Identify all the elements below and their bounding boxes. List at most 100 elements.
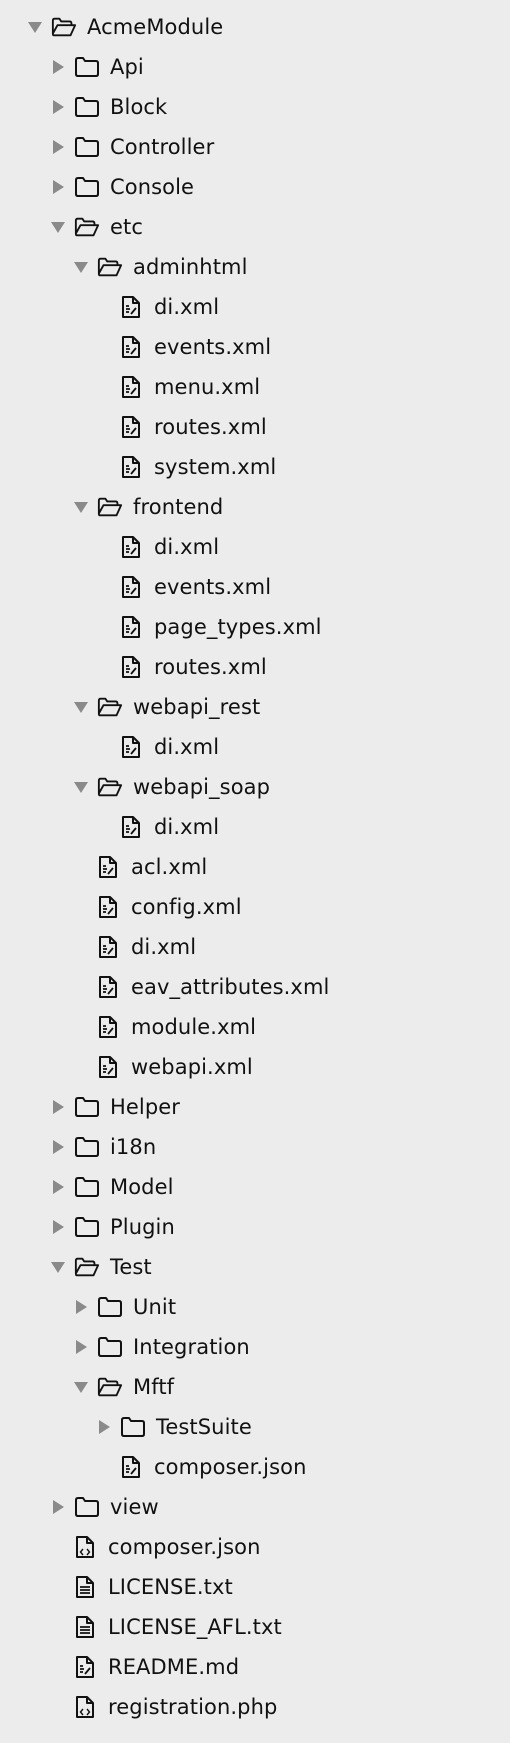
folder-label: TestSuite xyxy=(156,1415,252,1439)
file-row-events-xml[interactable]: events.xml xyxy=(0,327,510,367)
folder-icon xyxy=(74,55,100,79)
file-label: di.xml xyxy=(154,815,220,839)
folder-row-acmemodule[interactable]: AcmeModule xyxy=(0,7,510,47)
file-row-webapi-xml[interactable]: webapi.xml xyxy=(0,1047,510,1087)
file-row-routes-xml[interactable]: routes.xml xyxy=(0,407,510,447)
disclosure-collapsed-icon[interactable] xyxy=(50,1219,66,1235)
folder-row-mftf[interactable]: Mftf xyxy=(0,1367,510,1407)
folder-icon xyxy=(74,1175,100,1199)
file-row-menu-xml[interactable]: menu.xml xyxy=(0,367,510,407)
folder-icon xyxy=(97,1295,123,1319)
text-file-icon xyxy=(120,1455,142,1479)
file-label: README.md xyxy=(108,1655,240,1679)
disclosure-collapsed-icon[interactable] xyxy=(50,1499,66,1515)
folder-row-i18n[interactable]: i18n xyxy=(0,1127,510,1167)
folder-icon xyxy=(74,1095,100,1119)
disclosure-collapsed-icon[interactable] xyxy=(50,1099,66,1115)
folder-row-integration[interactable]: Integration xyxy=(0,1327,510,1367)
folder-row-adminhtml[interactable]: adminhtml xyxy=(0,247,510,287)
text-file-icon xyxy=(120,815,142,839)
file-label: registration.php xyxy=(108,1695,278,1719)
folder-open-icon xyxy=(97,695,123,719)
disclosure-expanded-icon[interactable] xyxy=(27,19,43,35)
text-file-icon xyxy=(120,535,142,559)
folder-row-etc[interactable]: etc xyxy=(0,207,510,247)
folder-row-model[interactable]: Model xyxy=(0,1167,510,1207)
file-row-eav-attributes-xml[interactable]: eav_attributes.xml xyxy=(0,967,510,1007)
disclosure-expanded-icon[interactable] xyxy=(73,499,89,515)
disclosure-collapsed-icon[interactable] xyxy=(50,1179,66,1195)
folder-row-test[interactable]: Test xyxy=(0,1247,510,1287)
file-row-config-xml[interactable]: config.xml xyxy=(0,887,510,927)
folder-row-webapi-rest[interactable]: webapi_rest xyxy=(0,687,510,727)
disclosure-collapsed-icon[interactable] xyxy=(73,1339,89,1355)
disclosure-expanded-icon[interactable] xyxy=(73,779,89,795)
file-row-registration-php[interactable]: registration.php xyxy=(0,1687,510,1727)
text-file-icon xyxy=(97,1055,119,1079)
arrow-spacer xyxy=(96,459,112,475)
disclosure-expanded-icon[interactable] xyxy=(73,699,89,715)
disclosure-expanded-icon[interactable] xyxy=(50,1259,66,1275)
text-file-icon xyxy=(97,895,119,919)
arrow-spacer xyxy=(96,539,112,555)
file-row-di-xml[interactable]: di.xml xyxy=(0,727,510,767)
folder-row-block[interactable]: Block xyxy=(0,87,510,127)
disclosure-collapsed-icon[interactable] xyxy=(50,139,66,155)
disclosure-collapsed-icon[interactable] xyxy=(73,1299,89,1315)
file-row-composer-json[interactable]: composer.json xyxy=(0,1527,510,1567)
file-label: LICENSE.txt xyxy=(108,1575,233,1599)
file-label: menu.xml xyxy=(154,375,261,399)
file-label: composer.json xyxy=(154,1455,307,1479)
folder-row-frontend[interactable]: frontend xyxy=(0,487,510,527)
disclosure-expanded-icon[interactable] xyxy=(73,259,89,275)
disclosure-collapsed-icon[interactable] xyxy=(50,59,66,75)
folder-row-testsuite[interactable]: TestSuite xyxy=(0,1407,510,1447)
folder-row-plugin[interactable]: Plugin xyxy=(0,1207,510,1247)
folder-row-controller[interactable]: Controller xyxy=(0,127,510,167)
file-row-readme-md[interactable]: README.md xyxy=(0,1647,510,1687)
file-row-license-afl-txt[interactable]: LICENSE_AFL.txt xyxy=(0,1607,510,1647)
text-file-icon xyxy=(120,295,142,319)
folder-open-icon xyxy=(97,775,123,799)
file-row-events-xml[interactable]: events.xml xyxy=(0,567,510,607)
file-row-license-txt[interactable]: LICENSE.txt xyxy=(0,1567,510,1607)
file-row-di-xml[interactable]: di.xml xyxy=(0,527,510,567)
folder-row-api[interactable]: Api xyxy=(0,47,510,87)
folder-icon xyxy=(74,135,100,159)
folder-row-unit[interactable]: Unit xyxy=(0,1287,510,1327)
folder-row-console[interactable]: Console xyxy=(0,167,510,207)
folder-row-helper[interactable]: Helper xyxy=(0,1087,510,1127)
file-row-system-xml[interactable]: system.xml xyxy=(0,447,510,487)
folder-icon xyxy=(120,1415,146,1439)
arrow-spacer xyxy=(96,419,112,435)
file-row-di-xml[interactable]: di.xml xyxy=(0,287,510,327)
text-file-icon xyxy=(120,655,142,679)
file-row-acl-xml[interactable]: acl.xml xyxy=(0,847,510,887)
folder-label: i18n xyxy=(110,1135,157,1159)
file-row-di-xml[interactable]: di.xml xyxy=(0,927,510,967)
folder-row-view[interactable]: view xyxy=(0,1487,510,1527)
disclosure-collapsed-icon[interactable] xyxy=(96,1419,112,1435)
folder-row-webapi-soap[interactable]: webapi_soap xyxy=(0,767,510,807)
disclosure-expanded-icon[interactable] xyxy=(50,219,66,235)
document-file-icon xyxy=(74,1615,96,1639)
disclosure-collapsed-icon[interactable] xyxy=(50,1139,66,1155)
file-row-di-xml[interactable]: di.xml xyxy=(0,807,510,847)
arrow-spacer xyxy=(96,1459,112,1475)
file-row-module-xml[interactable]: module.xml xyxy=(0,1007,510,1047)
disclosure-collapsed-icon[interactable] xyxy=(50,179,66,195)
file-label: eav_attributes.xml xyxy=(131,975,330,999)
folder-icon xyxy=(74,1135,100,1159)
file-row-composer-json[interactable]: composer.json xyxy=(0,1447,510,1487)
disclosure-collapsed-icon[interactable] xyxy=(50,99,66,115)
text-file-icon xyxy=(97,975,119,999)
arrow-spacer xyxy=(96,379,112,395)
arrow-spacer xyxy=(73,899,89,915)
file-row-routes-xml[interactable]: routes.xml xyxy=(0,647,510,687)
disclosure-expanded-icon[interactable] xyxy=(73,1379,89,1395)
folder-label: Mftf xyxy=(133,1375,175,1399)
folder-label: Helper xyxy=(110,1095,181,1119)
file-label: composer.json xyxy=(108,1535,261,1559)
folder-label: Integration xyxy=(133,1335,250,1359)
file-row-page-types-xml[interactable]: page_types.xml xyxy=(0,607,510,647)
